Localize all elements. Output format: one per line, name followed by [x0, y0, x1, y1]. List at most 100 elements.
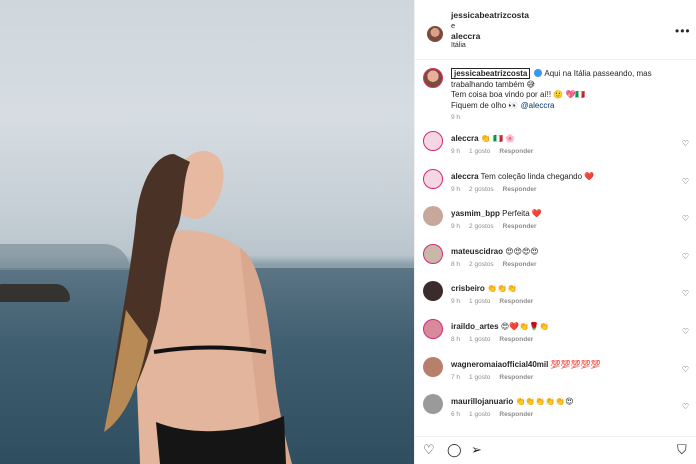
comment-meta: 9 h 1 gosto Responder [451, 298, 542, 305]
caption-time: 9 h [451, 114, 461, 121]
reply-button[interactable]: Responder [503, 186, 537, 193]
heart-icon[interactable]: ♡ [682, 139, 689, 148]
comment-text: yasmim_bpp Perfeita ❤️ [451, 209, 542, 218]
comment-likes[interactable]: 1 gosto [469, 411, 490, 418]
comment-time: 9 h [451, 223, 461, 231]
caption-username[interactable]: jessicabeatrizcosta [451, 68, 531, 79]
reply-button[interactable]: Responder [503, 223, 537, 230]
heart-icon[interactable]: ♡ [682, 327, 689, 336]
comment-list: aleccra 👏 🇮🇹 🌸 9 h1 gosto Responder ♡ aleccr… [415, 126, 696, 436]
commenter-avatar[interactable] [423, 206, 443, 227]
caption-mention[interactable]: @aleccra [521, 101, 555, 110]
commenter-username[interactable]: yasmim_bpp [451, 209, 500, 218]
reply-button[interactable]: Responder [503, 261, 537, 268]
comment-meta: 8 h 1 gosto Responder [451, 336, 542, 343]
rocks [0, 284, 70, 302]
reply-button[interactable]: Responder [499, 374, 533, 381]
post-caption: jessicabeatrizcosta Aqui na Itália passe… [415, 60, 696, 124]
reply-button[interactable]: Responder [499, 298, 533, 305]
comment-body: Perfeita ❤️ [502, 209, 542, 219]
commenter-avatar[interactable] [423, 281, 443, 302]
comment-meta: 7 h 1 gosto Responder [451, 374, 542, 381]
comment-text: aleccra 👏 🇮🇹 🌸 [451, 134, 515, 143]
commenter-avatar[interactable] [423, 243, 443, 264]
heart-icon[interactable]: ♡ [682, 402, 689, 411]
comment-item: mateuscidrao 😍😍😍😍 8 h 2 gostos Responder ♡ [415, 239, 696, 277]
commenter-avatar[interactable] [423, 356, 443, 377]
heart-icon[interactable]: ♡ [682, 365, 689, 374]
caption-avatar[interactable] [423, 68, 443, 88]
comment-body: 👏👏👏 [487, 284, 517, 294]
post-photo[interactable] [0, 0, 414, 464]
comment-text: wagneromaiaofficial40mil 💯💯💯💯💯 [451, 360, 600, 369]
comment-body: 👏👏👏👏👏😍 [515, 397, 574, 407]
comment-body: 😍😍😍😍 [505, 246, 539, 256]
commenter-avatar[interactable] [423, 168, 443, 189]
woman-figure [104, 150, 292, 464]
comment-body: 💯💯💯💯💯 [550, 359, 601, 369]
caption-line-3: Fiquem de olho 👀 [451, 100, 519, 110]
comment-meta: 6 h 1 gosto Responder [451, 411, 542, 418]
post-sidebar: jessicabeatrizcosta e aleccra Itália •••… [414, 0, 696, 464]
heart-icon[interactable]: ♡ [682, 177, 689, 186]
verified-icon [533, 69, 542, 77]
commenter-username[interactable]: crisbeiro [451, 284, 485, 293]
comment-icon[interactable]: ◯ [447, 443, 462, 457]
commenter-avatar[interactable] [423, 394, 443, 415]
heart-icon[interactable]: ♡ [682, 252, 689, 261]
post-location[interactable]: Itália [451, 42, 466, 49]
more-icon[interactable]: ••• [675, 24, 691, 38]
action-bar: ♡ ◯ ➢ ⛉ [415, 436, 696, 464]
commenter-username[interactable]: wagneromaiaofficial40mil [451, 360, 548, 369]
comment-item: aleccra Tem coleção linda chegando ❤️ 9 h… [415, 164, 696, 202]
comment-time: 9 h [451, 185, 461, 193]
collaborator-username[interactable]: aleccra [451, 31, 480, 41]
comment-item: yasmim_bpp Perfeita ❤️ 9 h 2 gostos Respond… [415, 201, 696, 239]
comment-item: maurillojanuario 👏👏👏👏👏😍 6 h 1 gosto Respond… [415, 389, 696, 427]
save-icon[interactable]: ⛉ [677, 443, 687, 457]
author-username[interactable]: jessicabeatrizcosta [451, 10, 529, 20]
commenter-username[interactable]: iraildo_artes [451, 322, 499, 331]
comment-likes[interactable]: 1 gosto [469, 374, 490, 381]
commenter-avatar[interactable] [423, 318, 443, 339]
comment-text: mateuscidrao 😍😍😍😍 [451, 247, 539, 256]
comment-meta: 9 h 2 gostos Responder [451, 223, 546, 230]
reply-button[interactable]: Responder [499, 411, 533, 418]
comment-text: crisbeiro 👏👏👏 [451, 284, 517, 293]
comment-text: iraildo_artes 😍❤️👏🌹👏 [451, 322, 549, 331]
comment-body: 👏 🇮🇹 🌸 [480, 134, 516, 143]
comment-text: maurillojanuario 👏👏👏👏👏😍 [451, 397, 574, 406]
commenter-username[interactable]: mateuscidrao [451, 247, 503, 256]
commenter-username[interactable]: maurillojanuario [451, 397, 513, 406]
caption-text: jessicabeatrizcosta Aqui na Itália passe… [451, 68, 691, 111]
heart-icon[interactable]: ♡ [423, 443, 435, 457]
comment-time: 7 h [451, 373, 461, 381]
commenter-avatar[interactable] [423, 131, 443, 151]
collab-separator: e [451, 21, 456, 30]
comment-item: wagneromaiaofficial40mil 💯💯💯💯💯 7 h 1 gosto… [415, 352, 696, 390]
reply-button[interactable]: Responder [499, 336, 533, 343]
comment-meta: 8 h 2 gostos Responder [451, 261, 546, 268]
heart-icon[interactable]: ♡ [682, 214, 689, 223]
comment-time: 9 h [451, 148, 461, 155]
comment-likes[interactable]: 1 gosto [469, 148, 490, 155]
share-icon[interactable]: ➢ [471, 443, 482, 457]
comment-meta: 9 h 2 gostos Responder [451, 186, 546, 193]
commenter-username[interactable]: aleccra [451, 134, 479, 143]
heart-icon[interactable]: ♡ [682, 289, 689, 298]
commenter-username[interactable]: aleccra [451, 172, 479, 181]
comment-likes[interactable]: 1 gosto [469, 298, 490, 305]
comment-likes[interactable]: 1 gosto [469, 336, 490, 343]
comment-time: 9 h [451, 298, 461, 306]
comment-likes[interactable]: 2 gostos [469, 261, 494, 268]
caption-line-2: Tem coisa boa vindo por aí!! 🙂 💖🇮🇹 [451, 90, 586, 99]
comment-time: 8 h [451, 260, 461, 268]
reply-button[interactable]: Responder [499, 148, 533, 155]
comment-time: 6 h [451, 411, 461, 419]
comment-likes[interactable]: 2 gostos [469, 186, 494, 193]
author-avatar[interactable] [427, 26, 443, 42]
comment-body: Tem coleção linda chegando ❤️ [480, 171, 595, 181]
comment-likes[interactable]: 2 gostos [469, 223, 494, 230]
post-header: jessicabeatrizcosta e aleccra Itália ••• [415, 0, 696, 60]
comment-item: crisbeiro 👏👏👏 9 h 1 gosto Responder ♡ [415, 276, 696, 314]
